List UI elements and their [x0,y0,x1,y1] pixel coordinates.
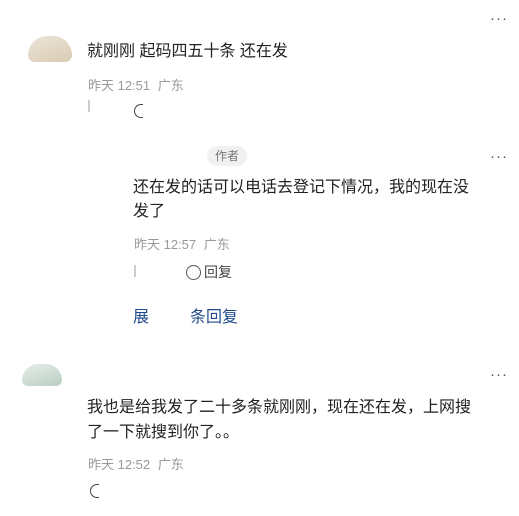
comment-location: 广东 [157,78,184,93]
comment-text: 就刚刚 起码四五十条 还在发 [87,43,288,60]
author-badge: 作者 [207,146,248,166]
avatar[interactable] [28,36,72,62]
reply-button[interactable]: 回复 [186,262,232,282]
like-icon[interactable] [134,265,136,277]
more-options-icon[interactable]: ··· [490,366,508,383]
comment-meta: 昨天 12:57 广东 [134,234,230,253]
comment-location: 广东 [157,457,184,472]
comment-time: 昨天 12:52 [88,457,151,472]
like-icon[interactable] [88,100,90,112]
comment-text-continued: 了一下就搜到你了。。 [87,424,240,441]
comment-time: 昨天 12:57 [134,237,197,252]
comment-bubble-icon [186,264,201,280]
reply-label: 回复 [204,264,232,280]
reply-count-link[interactable]: 条回复 [190,303,238,327]
comment-text-continued: 发了 [133,203,166,220]
reply-icon[interactable] [134,104,143,118]
more-options-icon[interactable]: ··· [490,148,508,165]
more-options-icon[interactable]: ··· [490,10,508,27]
comment-meta: 昨天 12:52 广东 [88,454,184,473]
avatar[interactable] [22,364,62,386]
reply-icon[interactable] [90,484,99,498]
comment-text: 我也是给我发了二十多条就刚刚，现在还在发，上网搜 [87,399,472,416]
comment-text: 还在发的话可以电话去登记下情况，我的现在没 [133,179,470,196]
comment-location: 广东 [203,237,230,252]
comment-time: 昨天 12:51 [88,78,151,93]
comment-meta: 昨天 12:51 广东 [88,75,184,94]
expand-replies-link[interactable]: 展 [133,303,149,327]
